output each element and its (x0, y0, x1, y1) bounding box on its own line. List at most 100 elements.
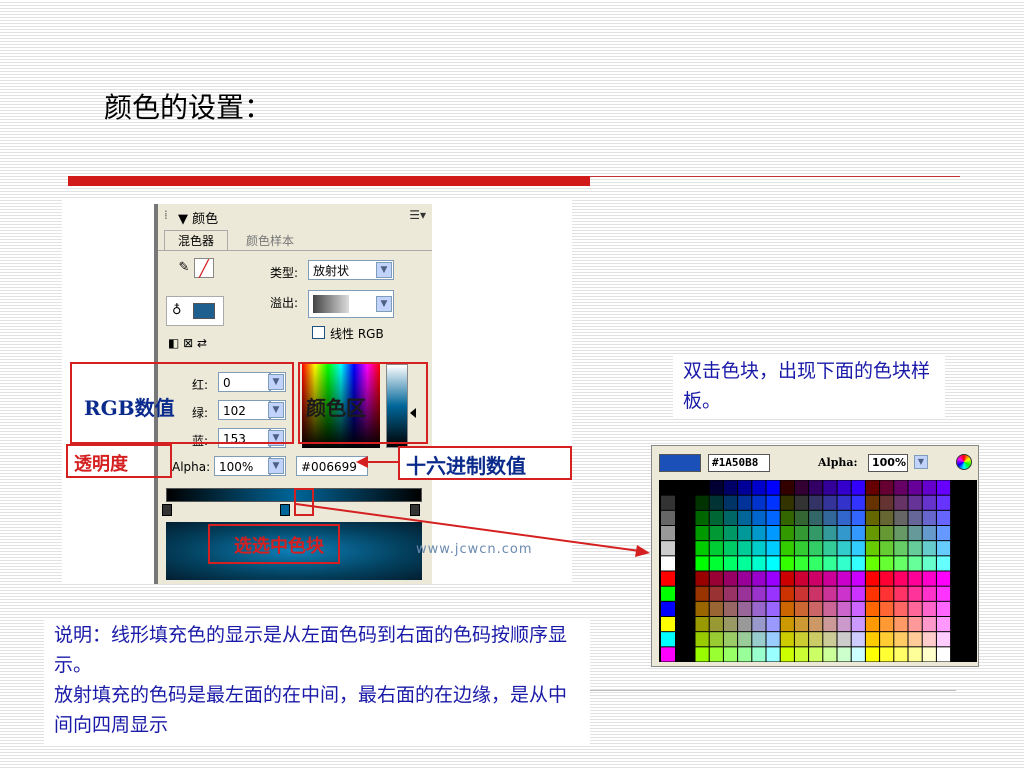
palette-swatch[interactable] (936, 586, 951, 601)
palette-swatch[interactable] (851, 495, 865, 510)
palette-swatch[interactable] (752, 601, 766, 616)
palette-swatch[interactable] (780, 526, 794, 541)
palette-swatch[interactable] (709, 495, 723, 510)
palette-swatch[interactable] (809, 556, 823, 571)
palette-swatch[interactable] (894, 586, 908, 601)
palette-swatch[interactable] (851, 571, 865, 586)
chevron-down-icon[interactable]: ▼ (914, 455, 928, 469)
palette-swatch[interactable] (794, 586, 809, 601)
palette-swatch[interactable] (880, 647, 894, 662)
palette-swatch[interactable] (661, 510, 675, 525)
palette-swatch[interactable] (837, 617, 851, 632)
palette-swatch[interactable] (809, 510, 823, 525)
palette-swatch[interactable] (922, 495, 936, 510)
palette-swatch[interactable] (709, 541, 723, 556)
palette-swatch[interactable] (661, 571, 675, 586)
palette-swatch[interactable] (880, 541, 894, 556)
palette-swatch[interactable] (752, 571, 766, 586)
palette-swatch[interactable] (865, 601, 880, 616)
palette-swatch[interactable] (851, 632, 865, 647)
palette-swatch[interactable] (837, 556, 851, 571)
palette-swatch[interactable] (894, 480, 908, 495)
palette-swatch[interactable] (908, 556, 922, 571)
palette-swatch[interactable] (794, 495, 809, 510)
palette-swatch[interactable] (709, 571, 723, 586)
palette-swatch[interactable] (794, 526, 809, 541)
palette-swatch[interactable] (723, 556, 738, 571)
palette-swatch[interactable] (794, 632, 809, 647)
palette-swatch[interactable] (837, 510, 851, 525)
palette-swatch[interactable] (709, 510, 723, 525)
palette-swatch[interactable] (823, 571, 837, 586)
palette-swatch[interactable] (823, 510, 837, 525)
palette-swatch[interactable] (738, 617, 752, 632)
palette-swatch[interactable] (894, 541, 908, 556)
palette-swatch[interactable] (695, 510, 709, 525)
palette-swatch[interactable] (922, 617, 936, 632)
palette-swatch[interactable] (766, 647, 780, 662)
palette-swatch-svg[interactable] (659, 480, 977, 662)
palette-swatch[interactable] (865, 647, 880, 662)
palette-swatch[interactable] (780, 510, 794, 525)
palette-swatch[interactable] (709, 601, 723, 616)
palette-swatch[interactable] (661, 647, 675, 662)
palette-swatch[interactable] (738, 586, 752, 601)
palette-swatch[interactable] (894, 647, 908, 662)
palette-swatch[interactable] (894, 526, 908, 541)
palette-swatch[interactable] (851, 601, 865, 616)
palette-swatch[interactable] (865, 632, 880, 647)
palette-swatch[interactable] (738, 647, 752, 662)
palette-swatch[interactable] (865, 586, 880, 601)
palette-swatch[interactable] (880, 601, 894, 616)
palette-swatch[interactable] (661, 495, 675, 510)
palette-swatch[interactable] (695, 632, 709, 647)
palette-swatch[interactable] (752, 495, 766, 510)
palette-swatch[interactable] (851, 647, 865, 662)
palette-swatch[interactable] (880, 632, 894, 647)
palette-swatch[interactable] (738, 571, 752, 586)
palette-swatch[interactable] (752, 556, 766, 571)
palette-swatch[interactable] (809, 571, 823, 586)
palette-swatch[interactable] (823, 617, 837, 632)
palette-swatch[interactable] (766, 617, 780, 632)
palette-swatch[interactable] (780, 632, 794, 647)
palette-swatch[interactable] (809, 541, 823, 556)
palette-swatch[interactable] (738, 480, 752, 495)
palette-swatch[interactable] (752, 617, 766, 632)
palette-swatch[interactable] (738, 526, 752, 541)
palette-swatch[interactable] (894, 571, 908, 586)
palette-swatch[interactable] (922, 601, 936, 616)
palette-swatch[interactable] (709, 556, 723, 571)
palette-swatch[interactable] (922, 632, 936, 647)
palette-swatch[interactable] (738, 556, 752, 571)
palette-swatch[interactable] (695, 586, 709, 601)
palette-swatch[interactable] (661, 526, 675, 541)
palette-swatch[interactable] (752, 526, 766, 541)
palette-swatch[interactable] (661, 601, 675, 616)
palette-swatch[interactable] (695, 601, 709, 616)
palette-swatch[interactable] (837, 586, 851, 601)
palette-swatch[interactable] (823, 541, 837, 556)
palette-swatch[interactable] (709, 647, 723, 662)
palette-swatch[interactable] (780, 495, 794, 510)
palette-swatch[interactable] (851, 586, 865, 601)
palette-swatch[interactable] (709, 480, 723, 495)
palette-swatch[interactable] (823, 526, 837, 541)
palette-swatch[interactable] (823, 601, 837, 616)
palette-swatch[interactable] (766, 632, 780, 647)
palette-swatch[interactable] (837, 571, 851, 586)
palette-swatch[interactable] (837, 601, 851, 616)
palette-swatch[interactable] (794, 571, 809, 586)
palette-swatch[interactable] (809, 617, 823, 632)
palette-swatch[interactable] (865, 541, 880, 556)
palette-swatch[interactable] (752, 480, 766, 495)
palette-swatch[interactable] (661, 541, 675, 556)
palette-swatch[interactable] (752, 632, 766, 647)
palette-swatch[interactable] (752, 586, 766, 601)
palette-swatch[interactable] (922, 510, 936, 525)
palette-swatch[interactable] (766, 571, 780, 586)
palette-swatch[interactable] (823, 556, 837, 571)
palette-swatch[interactable] (880, 526, 894, 541)
palette-swatch[interactable] (752, 510, 766, 525)
palette-swatch[interactable] (865, 480, 880, 495)
